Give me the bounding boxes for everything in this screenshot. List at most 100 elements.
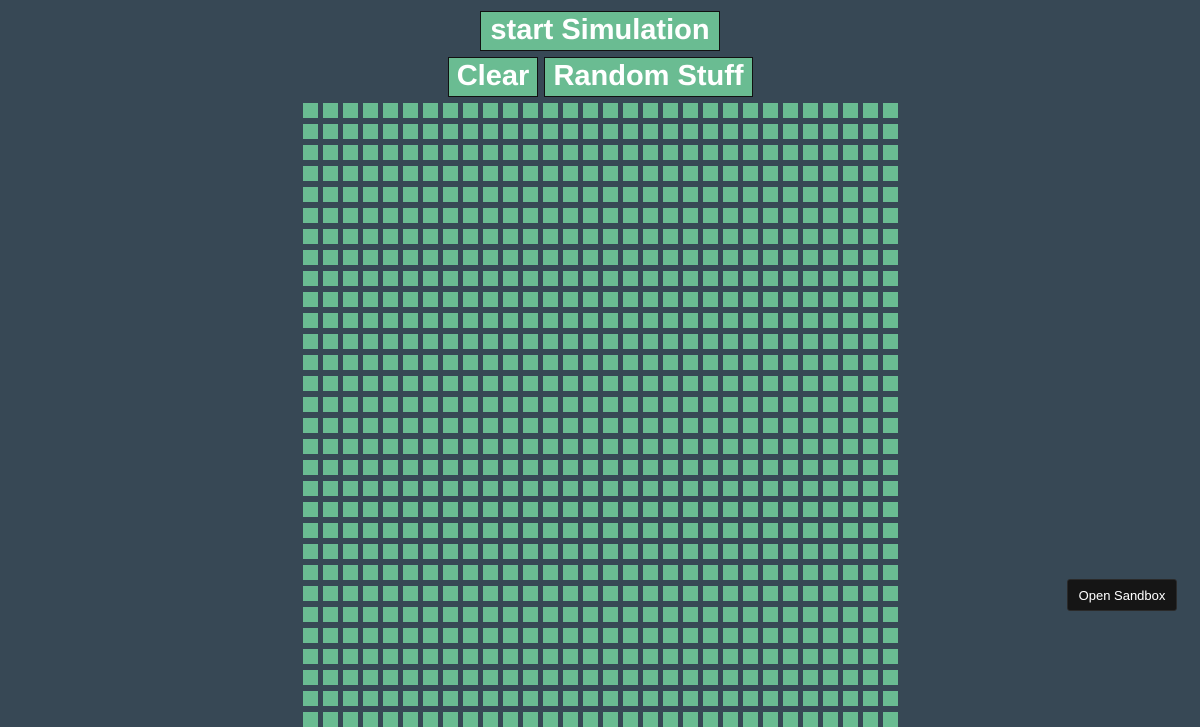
grid-cell[interactable] <box>703 439 718 454</box>
grid-cell[interactable] <box>323 334 338 349</box>
grid-cell[interactable] <box>623 502 638 517</box>
grid-cell[interactable] <box>463 292 478 307</box>
grid-cell[interactable] <box>523 124 538 139</box>
grid-cell[interactable] <box>603 523 618 538</box>
grid-cell[interactable] <box>603 670 618 685</box>
grid-cell[interactable] <box>503 586 518 601</box>
grid-cell[interactable] <box>763 145 778 160</box>
grid-cell[interactable] <box>463 397 478 412</box>
random-stuff-button[interactable]: Random Stuff <box>544 57 753 97</box>
grid-cell[interactable] <box>303 607 318 622</box>
grid-cell[interactable] <box>703 124 718 139</box>
grid-cell[interactable] <box>783 208 798 223</box>
grid-cell[interactable] <box>803 460 818 475</box>
grid-cell[interactable] <box>423 271 438 286</box>
grid-cell[interactable] <box>623 670 638 685</box>
grid-cell[interactable] <box>423 565 438 580</box>
grid-cell[interactable] <box>583 397 598 412</box>
grid-cell[interactable] <box>323 628 338 643</box>
grid-cell[interactable] <box>883 229 898 244</box>
grid-cell[interactable] <box>623 628 638 643</box>
grid-cell[interactable] <box>603 271 618 286</box>
grid-cell[interactable] <box>503 271 518 286</box>
grid-cell[interactable] <box>383 418 398 433</box>
grid-cell[interactable] <box>683 124 698 139</box>
grid-cell[interactable] <box>443 271 458 286</box>
grid-cell[interactable] <box>823 460 838 475</box>
grid-cell[interactable] <box>323 418 338 433</box>
grid-cell[interactable] <box>823 103 838 118</box>
grid-cell[interactable] <box>803 103 818 118</box>
grid-cell[interactable] <box>703 691 718 706</box>
grid-cell[interactable] <box>383 250 398 265</box>
grid-cell[interactable] <box>843 523 858 538</box>
grid-cell[interactable] <box>343 376 358 391</box>
grid-cell[interactable] <box>443 544 458 559</box>
grid-cell[interactable] <box>623 607 638 622</box>
grid-cell[interactable] <box>563 313 578 328</box>
grid-cell[interactable] <box>723 313 738 328</box>
grid-cell[interactable] <box>883 187 898 202</box>
grid-cell[interactable] <box>583 418 598 433</box>
grid-cell[interactable] <box>403 355 418 370</box>
grid-cell[interactable] <box>883 334 898 349</box>
grid-cell[interactable] <box>343 481 358 496</box>
grid-cell[interactable] <box>643 439 658 454</box>
grid-cell[interactable] <box>323 208 338 223</box>
grid-cell[interactable] <box>383 691 398 706</box>
grid-cell[interactable] <box>443 628 458 643</box>
grid-cell[interactable] <box>503 208 518 223</box>
grid-cell[interactable] <box>583 691 598 706</box>
grid-cell[interactable] <box>623 355 638 370</box>
grid-cell[interactable] <box>823 313 838 328</box>
grid-cell[interactable] <box>603 313 618 328</box>
grid-cell[interactable] <box>603 229 618 244</box>
grid-cell[interactable] <box>503 628 518 643</box>
grid-cell[interactable] <box>723 103 738 118</box>
grid-cell[interactable] <box>883 166 898 181</box>
grid-cell[interactable] <box>883 124 898 139</box>
grid-cell[interactable] <box>383 523 398 538</box>
grid-cell[interactable] <box>883 502 898 517</box>
grid-cell[interactable] <box>483 565 498 580</box>
grid-cell[interactable] <box>763 397 778 412</box>
grid-cell[interactable] <box>783 628 798 643</box>
grid-cell[interactable] <box>543 124 558 139</box>
grid-cell[interactable] <box>323 460 338 475</box>
grid-cell[interactable] <box>363 670 378 685</box>
grid-cell[interactable] <box>363 481 378 496</box>
grid-cell[interactable] <box>483 145 498 160</box>
grid-cell[interactable] <box>743 166 758 181</box>
grid-cell[interactable] <box>383 334 398 349</box>
grid-cell[interactable] <box>803 565 818 580</box>
grid-cell[interactable] <box>323 271 338 286</box>
grid-cell[interactable] <box>503 187 518 202</box>
grid-cell[interactable] <box>703 355 718 370</box>
grid-cell[interactable] <box>483 418 498 433</box>
grid-cell[interactable] <box>643 145 658 160</box>
grid-cell[interactable] <box>383 586 398 601</box>
grid-cell[interactable] <box>823 502 838 517</box>
grid-cell[interactable] <box>483 607 498 622</box>
grid-cell[interactable] <box>583 271 598 286</box>
grid-cell[interactable] <box>783 523 798 538</box>
grid-cell[interactable] <box>423 439 438 454</box>
grid-cell[interactable] <box>843 502 858 517</box>
grid-cell[interactable] <box>763 250 778 265</box>
grid-cell[interactable] <box>623 145 638 160</box>
grid-cell[interactable] <box>783 502 798 517</box>
grid-cell[interactable] <box>683 607 698 622</box>
grid-cell[interactable] <box>823 418 838 433</box>
grid-cell[interactable] <box>463 187 478 202</box>
grid-cell[interactable] <box>863 397 878 412</box>
grid-cell[interactable] <box>543 166 558 181</box>
grid-cell[interactable] <box>503 166 518 181</box>
grid-cell[interactable] <box>623 208 638 223</box>
grid-cell[interactable] <box>463 628 478 643</box>
grid-cell[interactable] <box>623 229 638 244</box>
grid-cell[interactable] <box>743 607 758 622</box>
grid-cell[interactable] <box>403 523 418 538</box>
grid-cell[interactable] <box>863 586 878 601</box>
grid-cell[interactable] <box>343 544 358 559</box>
grid-cell[interactable] <box>823 208 838 223</box>
